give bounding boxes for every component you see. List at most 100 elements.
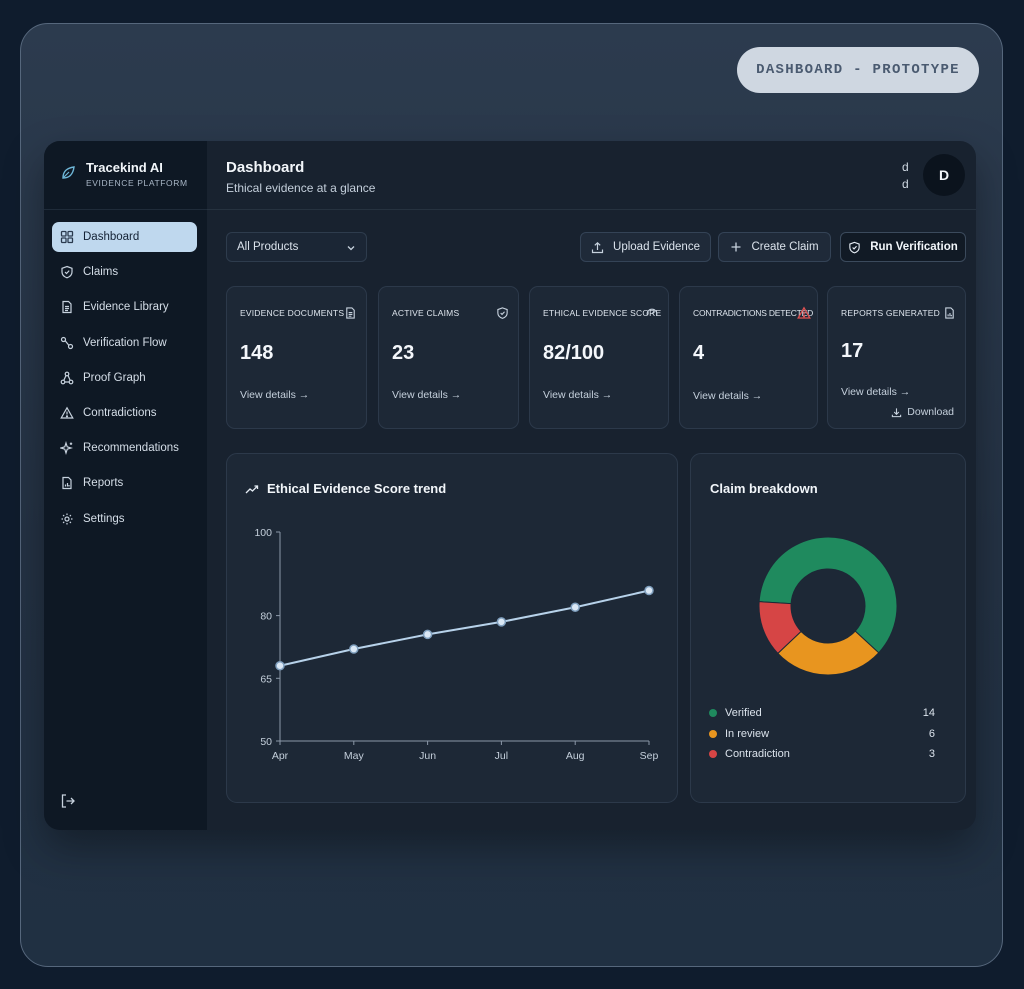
data-point: [496, 617, 507, 627]
sidebar-item-evidence-library[interactable]: Evidence Library: [52, 292, 197, 322]
run-verification-button[interactable]: Run Verification: [840, 232, 966, 262]
view-details-link[interactable]: View details →: [392, 389, 461, 401]
x-tick-label: Jun: [419, 750, 436, 762]
legend-item-contradiction: Contradiction 3: [709, 744, 935, 765]
data-point: [349, 644, 359, 654]
shield-check-icon: [848, 241, 861, 254]
stat-card-ethical-evidence-score: ETHICAL EVIDENCE SCORE 82/100 View detai…: [529, 286, 669, 429]
sidebar-item-label: Evidence Library: [83, 301, 169, 314]
card-label: REPORTS GENERATED: [841, 308, 940, 318]
legend-count: 3: [928, 748, 935, 761]
sidebar-item-label: Recommendations: [83, 442, 179, 455]
trend-line-chart: 50 65 80 100 Apr May Jun Jul Aug Sep: [254, 527, 659, 762]
product-filter-value: All Products: [237, 241, 299, 253]
product-filter-select[interactable]: All Products: [226, 232, 367, 262]
gear-icon: [60, 512, 74, 526]
legend-swatch: [709, 729, 717, 738]
card-label: CONTRADICTIONS DETECTED: [693, 308, 814, 318]
sidebar-item-settings[interactable]: Settings: [52, 504, 197, 534]
prototype-label: DASHBOARD - PROTOTYPE: [737, 47, 979, 93]
data-point: [422, 629, 433, 640]
graph-icon: [60, 371, 74, 385]
sidebar-item-contradictions[interactable]: Contradictions: [52, 398, 197, 428]
avatar[interactable]: D: [923, 154, 965, 196]
warning-icon: [797, 306, 811, 320]
document-icon: [344, 306, 357, 320]
chevron-down-icon: [346, 243, 356, 256]
view-details-link[interactable]: View details →: [841, 386, 910, 398]
score-trend-panel: Ethical Evidence Score trend 50 65 80 100 Ap…: [226, 453, 678, 803]
report-icon: [60, 476, 74, 490]
stat-card-contradictions-detected: CONTRADICTIONS DETECTED 4 View details →: [679, 286, 818, 429]
gauge-icon: [645, 306, 659, 319]
plus-icon: [730, 241, 742, 253]
page-header: Dashboard Ethical evidence at a glance d…: [207, 141, 976, 210]
flow-icon: [60, 336, 74, 350]
view-details-link[interactable]: View details →: [240, 389, 309, 401]
card-label: EVIDENCE DOCUMENTS: [240, 308, 345, 318]
warning-icon: [60, 406, 74, 420]
x-tick-label: Jul: [495, 750, 508, 762]
card-label: ACTIVE CLAIMS: [392, 308, 460, 318]
y-tick-label: 50: [260, 736, 272, 748]
user-info: d d: [902, 159, 909, 193]
stat-card-active-claims: ACTIVE CLAIMS 23 View details →: [378, 286, 519, 429]
data-point: [275, 661, 285, 671]
shield-icon: [496, 306, 509, 320]
download-label: Download: [907, 406, 954, 418]
upload-evidence-button[interactable]: Upload Evidence: [580, 232, 711, 262]
legend-item-in-review: In review 6: [709, 724, 935, 745]
sidebar-item-label: Dashboard: [83, 231, 140, 243]
sidebar: Tracekind AI EVIDENCE PLATFORM Dashboard: [44, 141, 207, 830]
sidebar-item-label: Settings: [83, 512, 125, 525]
sidebar-item-label: Contradictions: [83, 406, 157, 419]
create-claim-label: Create Claim: [751, 241, 819, 253]
logout-icon[interactable]: [60, 793, 76, 814]
x-tick-label: Sep: [640, 750, 659, 762]
card-value: 4: [693, 342, 705, 364]
legend-label: Verified: [725, 707, 762, 720]
sidebar-item-verification-flow[interactable]: Verification Flow: [52, 328, 197, 358]
claim-breakdown-panel: Claim breakdown Verified 14 In review 6 …: [690, 453, 966, 803]
chart-legend: Verified 14 In review 6 Contradiction 3: [709, 703, 935, 765]
grid-icon: [60, 230, 74, 244]
page-subtitle: Ethical evidence at a glance: [226, 181, 376, 195]
legend-count: 14: [922, 707, 935, 720]
sidebar-item-label: Verification Flow: [83, 336, 167, 349]
sidebar-divider: [44, 209, 207, 210]
card-value: 82/100: [543, 342, 605, 364]
legend-label: Contradiction: [725, 748, 790, 761]
x-tick-label: May: [344, 750, 365, 762]
sidebar-item-label: Reports: [83, 477, 124, 490]
create-claim-button[interactable]: Create Claim: [718, 232, 831, 262]
sidebar-item-recommendations[interactable]: Recommendations: [52, 433, 197, 463]
stat-card-reports-generated: REPORTS GENERATED 17 View details → Down…: [827, 286, 966, 429]
sidebar-nav: Dashboard Claims Evidence Library Verifi…: [52, 222, 197, 539]
sidebar-item-proof-graph[interactable]: Proof Graph: [52, 363, 197, 393]
sidebar-item-claims[interactable]: Claims: [52, 257, 197, 287]
legend-count: 6: [928, 727, 935, 740]
sidebar-item-reports[interactable]: Reports: [52, 468, 197, 498]
legend-swatch: [709, 709, 717, 718]
sparkle-icon: [60, 441, 74, 456]
series-line: [279, 589, 650, 667]
card-value: 17: [841, 340, 864, 362]
y-tick-label: 100: [254, 527, 272, 539]
app-window: Tracekind AI EVIDENCE PLATFORM Dashboard: [44, 141, 976, 830]
sidebar-item-label: Proof Graph: [83, 371, 146, 384]
shield-icon: [60, 265, 74, 279]
sidebar-item-label: Claims: [83, 266, 119, 279]
data-point: [570, 602, 580, 612]
view-details-link[interactable]: View details →: [693, 390, 762, 402]
sidebar-item-dashboard[interactable]: Dashboard: [52, 222, 197, 252]
download-button[interactable]: Download: [891, 406, 954, 418]
claim-breakdown-donut: [758, 536, 898, 676]
view-details-link[interactable]: View details →: [543, 389, 612, 401]
legend-label: In review: [725, 727, 770, 740]
user-role: d: [902, 177, 909, 191]
document-icon: [60, 300, 74, 314]
page-title: Dashboard: [226, 159, 305, 176]
user-name: d: [902, 160, 909, 174]
upload-icon: [591, 241, 604, 254]
x-tick-label: Aug: [566, 750, 585, 762]
